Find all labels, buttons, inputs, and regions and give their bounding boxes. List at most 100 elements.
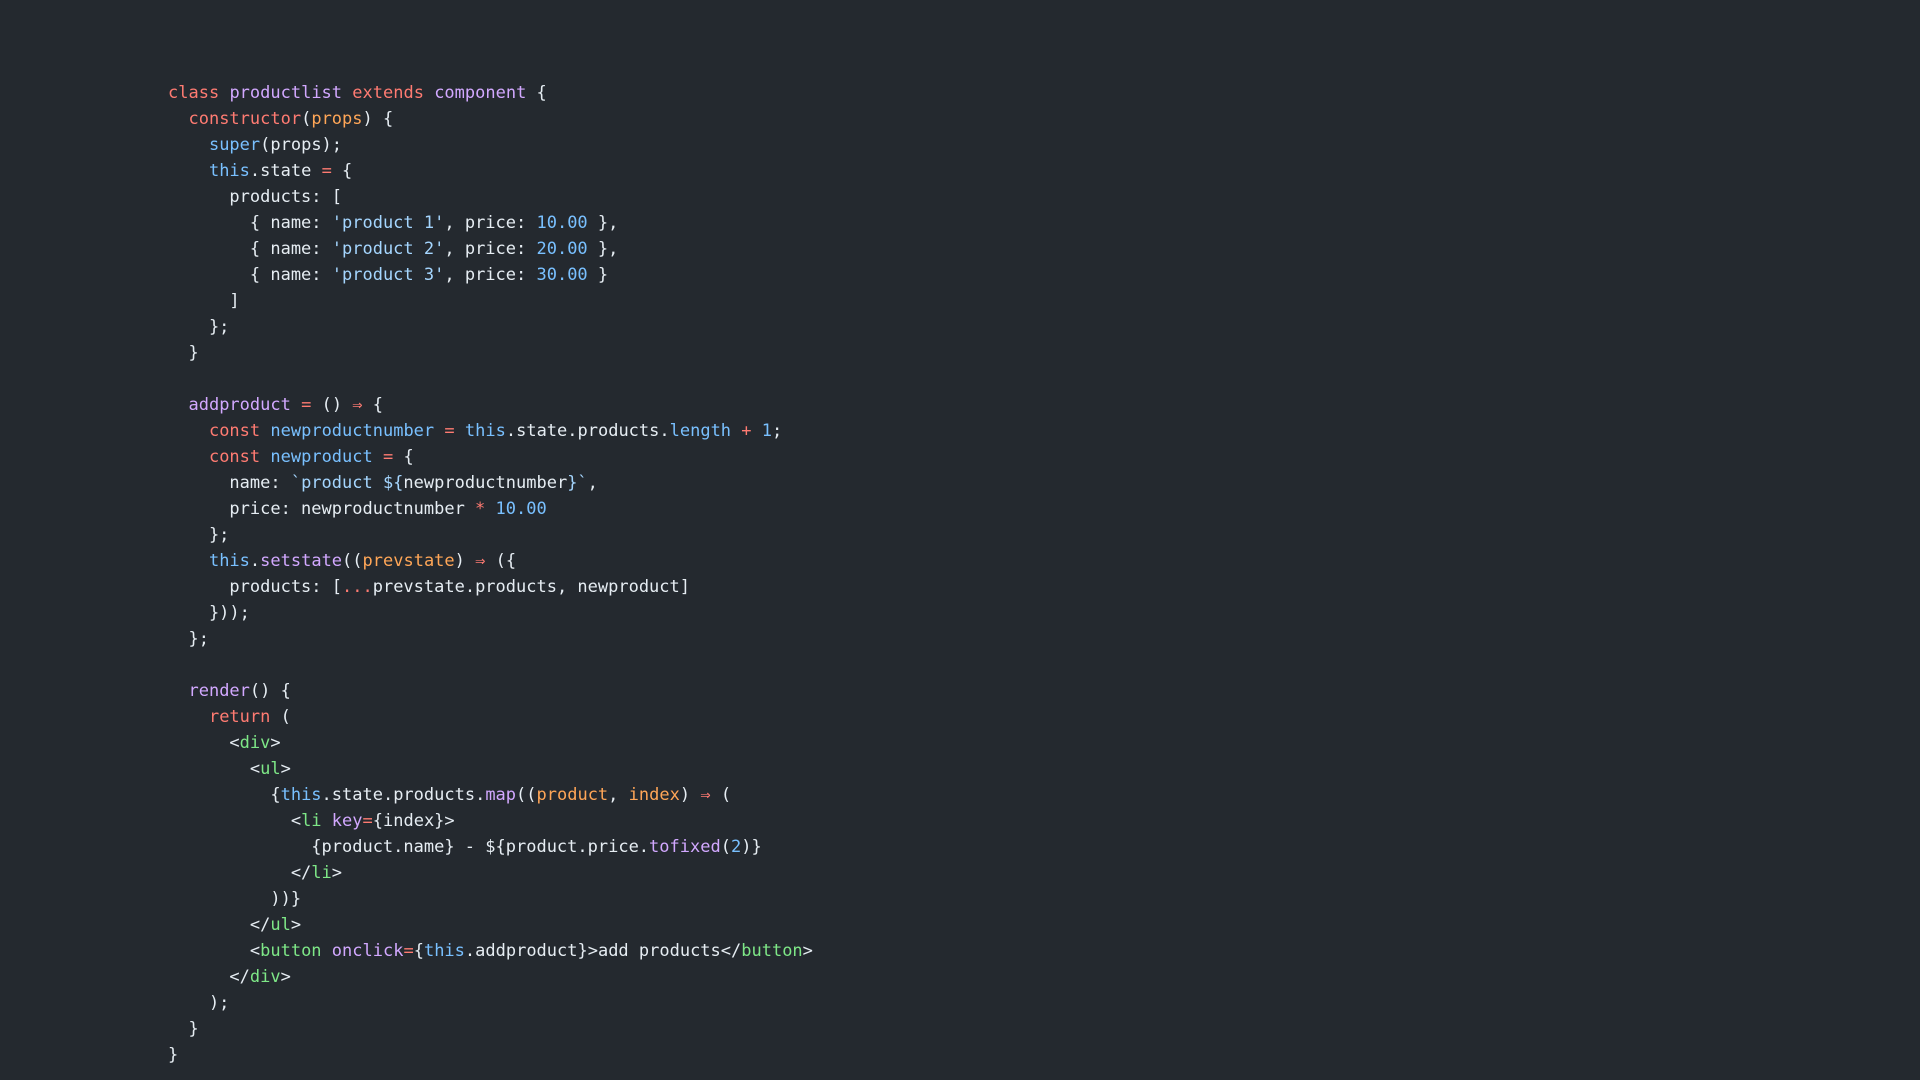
code-line[interactable]: {this.state.products.map((product, index…: [168, 782, 813, 808]
code-token: 1: [761, 421, 773, 441]
code-line[interactable]: ]: [168, 288, 813, 314]
code-line[interactable]: </li>: [168, 860, 813, 886]
code-line[interactable]: addproduct = () ⇒ {: [168, 392, 813, 418]
code-line[interactable]: <div>: [168, 730, 813, 756]
code-token: ⇒: [352, 395, 363, 415]
code-token: this: [280, 785, 322, 805]
code-line[interactable]: }));: [168, 600, 813, 626]
code-token: product: [536, 785, 609, 805]
code-editor[interactable]: class productlist extends component { co…: [168, 80, 813, 1068]
code-line[interactable]: const newproduct = {: [168, 444, 813, 470]
code-token: <: [168, 733, 240, 753]
code-token: }: [587, 265, 609, 285]
code-token: length: [669, 421, 732, 441]
code-token: prevstate.products, newproduct]: [372, 577, 690, 597]
code-token: (: [301, 109, 312, 129]
code-token: newproductnumber: [270, 421, 435, 441]
code-line[interactable]: class productlist extends component {: [168, 80, 813, 106]
code-line[interactable]: return (: [168, 704, 813, 730]
code-token: price: newproductnumber: [168, 499, 476, 519]
code-token: >: [280, 759, 291, 779]
code-line[interactable]: </div>: [168, 964, 813, 990]
code-line[interactable]: price: newproductnumber * 10.00: [168, 496, 813, 522]
code-token: ⇒: [700, 785, 711, 805]
code-token: 10.00: [536, 213, 588, 233]
code-line[interactable]: [168, 366, 813, 392]
code-token: addproduct: [188, 395, 291, 415]
code-line[interactable]: <button onclick={this.addproduct}>add pr…: [168, 938, 813, 964]
code-line[interactable]: { name: 'product 1', price: 10.00 },: [168, 210, 813, 236]
code-line[interactable]: { name: 'product 3', price: 30.00 }: [168, 262, 813, 288]
code-token: (props);: [260, 135, 343, 155]
code-token: <: [168, 941, 261, 961]
code-line[interactable]: </ul>: [168, 912, 813, 938]
code-line[interactable]: products: [...prevstate.products, newpro…: [168, 574, 813, 600]
code-line[interactable]: {product.name} - ${product.price.tofixed…: [168, 834, 813, 860]
code-token: <: [168, 811, 302, 831]
code-token: }));: [168, 603, 250, 623]
code-line[interactable]: }: [168, 1042, 813, 1068]
code-token: name:: [168, 473, 291, 493]
code-token: map: [485, 785, 517, 805]
code-line[interactable]: super(props);: [168, 132, 813, 158]
code-line[interactable]: constructor(props) {: [168, 106, 813, 132]
code-token: ,: [587, 473, 598, 493]
code-line[interactable]: };: [168, 626, 813, 652]
code-line[interactable]: name: `product ${newproductnumber}`,: [168, 470, 813, 496]
code-token: (: [270, 707, 291, 727]
code-token: >: [270, 733, 281, 753]
code-token: component: [434, 83, 527, 103]
code-line[interactable]: products: [: [168, 184, 813, 210]
code-token: (: [720, 837, 731, 857]
code-line[interactable]: }: [168, 1016, 813, 1042]
code-token: div: [239, 733, 271, 753]
code-line[interactable]: }: [168, 340, 813, 366]
code-line[interactable]: this.setstate((prevstate) ⇒ ({: [168, 548, 813, 574]
code-token: =: [403, 941, 414, 961]
code-token: onclick: [331, 941, 404, 961]
code-line[interactable]: <li key={index}>: [168, 808, 813, 834]
code-token: button: [741, 941, 803, 961]
code-token: 'product 2': [331, 239, 445, 259]
code-token: products: [: [168, 577, 342, 597]
code-token: , price:: [444, 239, 537, 259]
code-token: (: [710, 785, 732, 805]
code-line[interactable]: render() {: [168, 678, 813, 704]
code-line[interactable]: [168, 652, 813, 678]
code-line[interactable]: );: [168, 990, 813, 1016]
code-token: .state.products.: [505, 421, 670, 441]
code-token: .state: [249, 161, 322, 181]
code-line[interactable]: const newproductnumber = this.state.prod…: [168, 418, 813, 444]
code-line[interactable]: };: [168, 522, 813, 548]
code-token: =: [444, 421, 455, 441]
code-token: {: [362, 395, 384, 415]
code-token: (): [311, 395, 353, 415]
code-line[interactable]: ))}: [168, 886, 813, 912]
code-token: {: [331, 161, 353, 181]
code-token: </: [168, 863, 312, 883]
code-token: setstate: [260, 551, 343, 571]
code-token: class: [168, 83, 220, 103]
code-token: newproduct: [270, 447, 373, 467]
code-line[interactable]: <ul>: [168, 756, 813, 782]
code-token: key: [331, 811, 363, 831]
code-token: ))}: [168, 889, 302, 909]
code-line[interactable]: { name: 'product 2', price: 20.00 },: [168, 236, 813, 262]
code-token: </: [168, 967, 250, 987]
code-line[interactable]: };: [168, 314, 813, 340]
code-token: , price:: [444, 213, 537, 233]
code-token: productlist: [229, 83, 343, 103]
code-line[interactable]: this.state = {: [168, 158, 813, 184]
